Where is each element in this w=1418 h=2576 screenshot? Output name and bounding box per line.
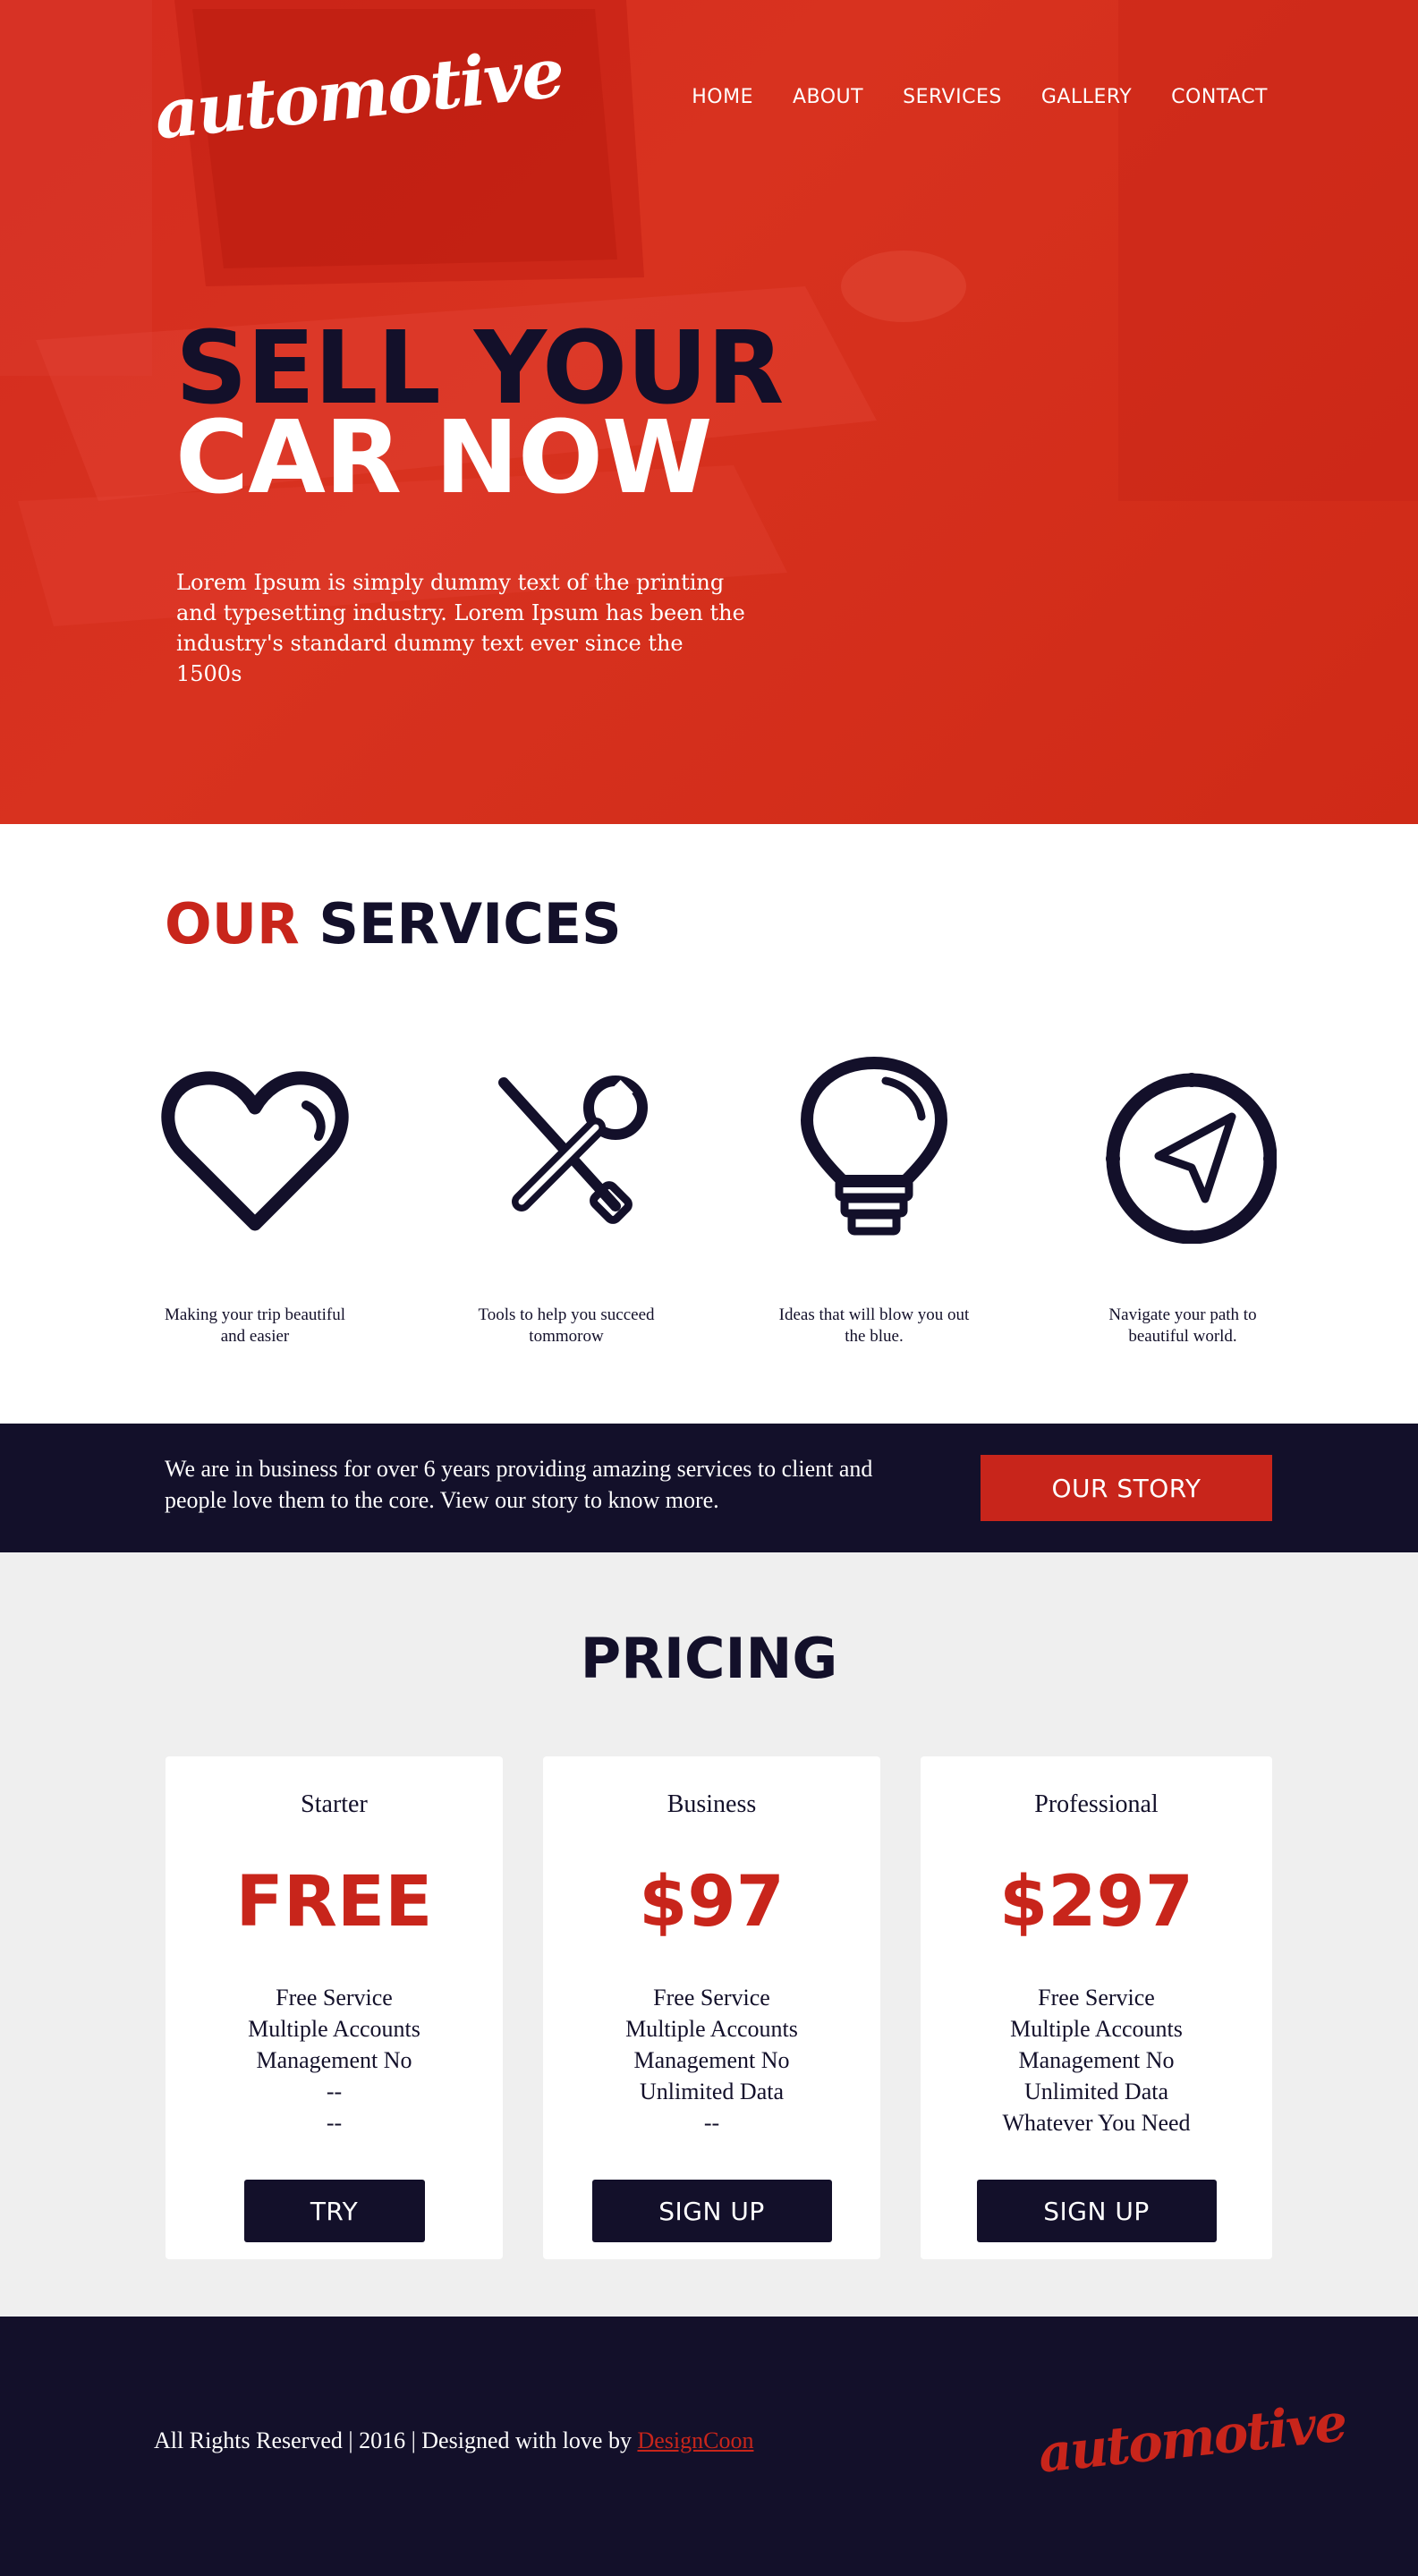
footer-copyright: All Rights Reserved | 2016 | Designed wi… [154,2427,753,2454]
plan-feature: Management No [256,2047,412,2073]
services-title-our: OUR [165,891,300,956]
footer-logo-text: automotive [1035,2392,1349,2485]
plan-feature: Whatever You Need [1002,2110,1191,2136]
service-item: Tools to help you succeed tommorow [463,1056,669,1346]
hero-title-line2: CAR NOW [175,400,713,516]
plan-feature: Management No [1018,2047,1175,2073]
pricing-section: PRICING Starter FREE Free Service Multip… [0,1552,1418,2317]
nav-contact[interactable]: CONTACT [1171,86,1268,108]
hero-section: automotive HOME ABOUT SERVICES GALLERY C… [0,0,1418,824]
story-text: We are in business for over 6 years prov… [165,1456,873,1513]
plan-feature: Unlimited Data [639,2079,784,2104]
service-caption: Navigate your path to beautiful world. [1108,1305,1257,1346]
sign-up-button[interactable]: SIGN UP [591,2180,832,2242]
plan-features: Free Service Multiple Accounts Managemen… [543,1982,880,2138]
pricing-card-professional: Professional $297 Free Service Multiple … [921,1756,1272,2259]
plan-price: $97 [639,1862,785,1943]
pricing-title: PRICING [580,1626,838,1691]
plan-name: Business [667,1790,757,1818]
service-item: Navigate your path to beautiful world. [1080,1056,1286,1346]
nav-home[interactable]: HOME [692,86,753,108]
plan-feature: Free Service [1038,1985,1155,2011]
plan-price: FREE [235,1862,433,1943]
our-story-button[interactable]: OUR STORY [981,1455,1272,1521]
services-title-services: SERVICES [318,891,622,956]
lightbulb-icon [801,1057,947,1236]
hero-description: Lorem Ipsum is simply dummy text of the … [176,570,745,686]
story-band: We are in business for over 6 years prov… [0,1424,1418,1552]
plan-features: Free Service Multiple Accounts Managemen… [921,1982,1272,2138]
main-nav: HOME ABOUT SERVICES GALLERY CONTACT [652,86,1268,108]
footer-logo[interactable]: automotive [1035,2388,1348,2487]
service-caption: Making your trip beautiful and easier [164,1305,346,1346]
plan-feature: -- [703,2110,720,2136]
plan-price: $297 [998,1862,1194,1943]
tools-icon [498,1075,648,1224]
footer-copyright-text: All Rights Reserved | 2016 | Designed wi… [154,2427,632,2453]
nav-gallery[interactable]: GALLERY [1041,86,1132,108]
plan-feature: Free Service [276,1985,393,2011]
plan-feature: Multiple Accounts [625,2016,798,2042]
service-item: Making your trip beautiful and easier [152,1056,358,1346]
pricing-card-starter: Starter FREE Free Service Multiple Accou… [166,1756,503,2259]
hero-title: SELL YOUR CAR NOW [175,319,784,516]
nav-services[interactable]: SERVICES [903,86,1002,108]
nav-about[interactable]: ABOUT [793,86,863,108]
plan-feature: Unlimited Data [1023,2079,1168,2104]
plan-name: Professional [1034,1790,1159,1818]
plan-feature: -- [326,2079,343,2104]
compass-icon [1106,1073,1277,1244]
sign-up-button[interactable]: SIGN UP [976,2180,1217,2242]
plan-name: Starter [301,1790,368,1818]
service-caption: Ideas that will blow you out the blue. [778,1305,970,1346]
plan-feature: Free Service [653,1985,770,2011]
plan-feature: -- [326,2110,343,2136]
plan-feature: Multiple Accounts [1010,2016,1183,2042]
heart-icon [161,1071,349,1231]
footer: All Rights Reserved | 2016 | Designed wi… [0,2317,1418,2576]
logo[interactable]: automotive [151,32,567,159]
plan-feature: Multiple Accounts [248,2016,420,2042]
plan-feature: Management No [633,2047,790,2073]
try-button[interactable]: TRY [243,2180,425,2242]
services-title: OUR SERVICES [165,891,622,956]
plan-features: Free Service Multiple Accounts Managemen… [166,1982,503,2138]
footer-designer-link[interactable]: DesignCoon [637,2427,753,2453]
pricing-card-business: Business $97 Free Service Multiple Accou… [543,1756,880,2259]
service-item: Ideas that will blow you out the blue. [771,1056,977,1346]
service-caption: Tools to help you succeed tommorow [478,1305,655,1346]
